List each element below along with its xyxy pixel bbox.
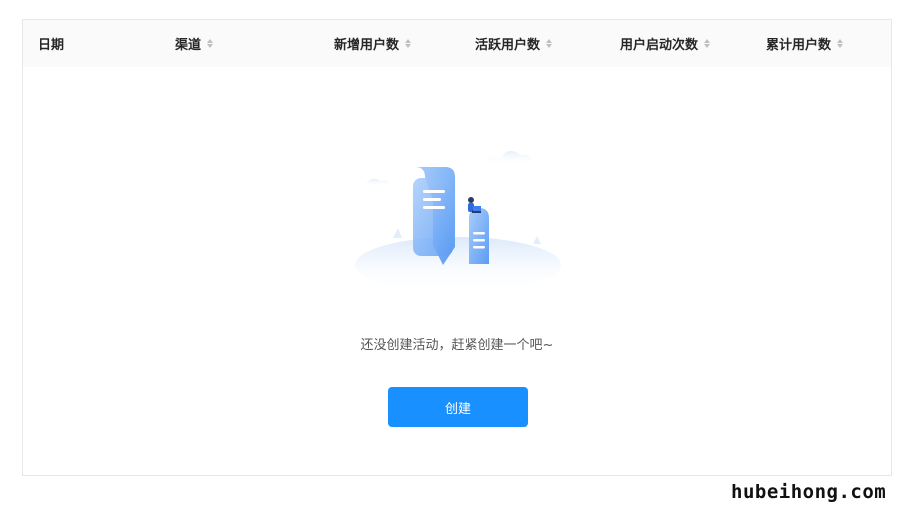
column-header-new-users[interactable]: 新增用户数: [334, 20, 412, 67]
column-header-label: 用户启动次数: [620, 38, 699, 53]
column-header-label: 渠道: [175, 38, 202, 53]
sort-caret-icon[interactable]: [704, 39, 711, 48]
column-header-label: 日期: [38, 38, 65, 53]
column-header-label: 累计用户数: [766, 38, 832, 53]
sort-caret-icon[interactable]: [546, 39, 553, 48]
empty-documents-illustration: [355, 150, 561, 290]
sort-caret-icon[interactable]: [207, 39, 214, 48]
column-header-label: 活跃用户数: [475, 38, 541, 53]
sort-caret-icon[interactable]: [405, 39, 412, 48]
column-header-channel[interactable]: 渠道: [175, 20, 214, 67]
column-header-total-users[interactable]: 累计用户数: [766, 20, 844, 67]
empty-state-message: 还没创建活动，赶紧创建一个吧~: [360, 338, 554, 353]
sort-caret-icon[interactable]: [837, 39, 844, 48]
column-header-launches[interactable]: 用户启动次数: [620, 20, 711, 67]
column-header-active-users[interactable]: 活跃用户数: [475, 20, 553, 67]
activity-table-panel: 日期 渠道 新增用户数 活跃用户数 用户启动次数 累计用户数 还没创建活动，赶紧…: [22, 19, 892, 476]
create-button[interactable]: 创建: [388, 387, 528, 427]
column-header-label: 新增用户数: [334, 38, 400, 53]
watermark: hubeihong.com: [731, 481, 887, 503]
table-header: 日期 渠道 新增用户数 活跃用户数 用户启动次数 累计用户数: [23, 20, 891, 67]
column-header-date: 日期: [38, 20, 64, 67]
